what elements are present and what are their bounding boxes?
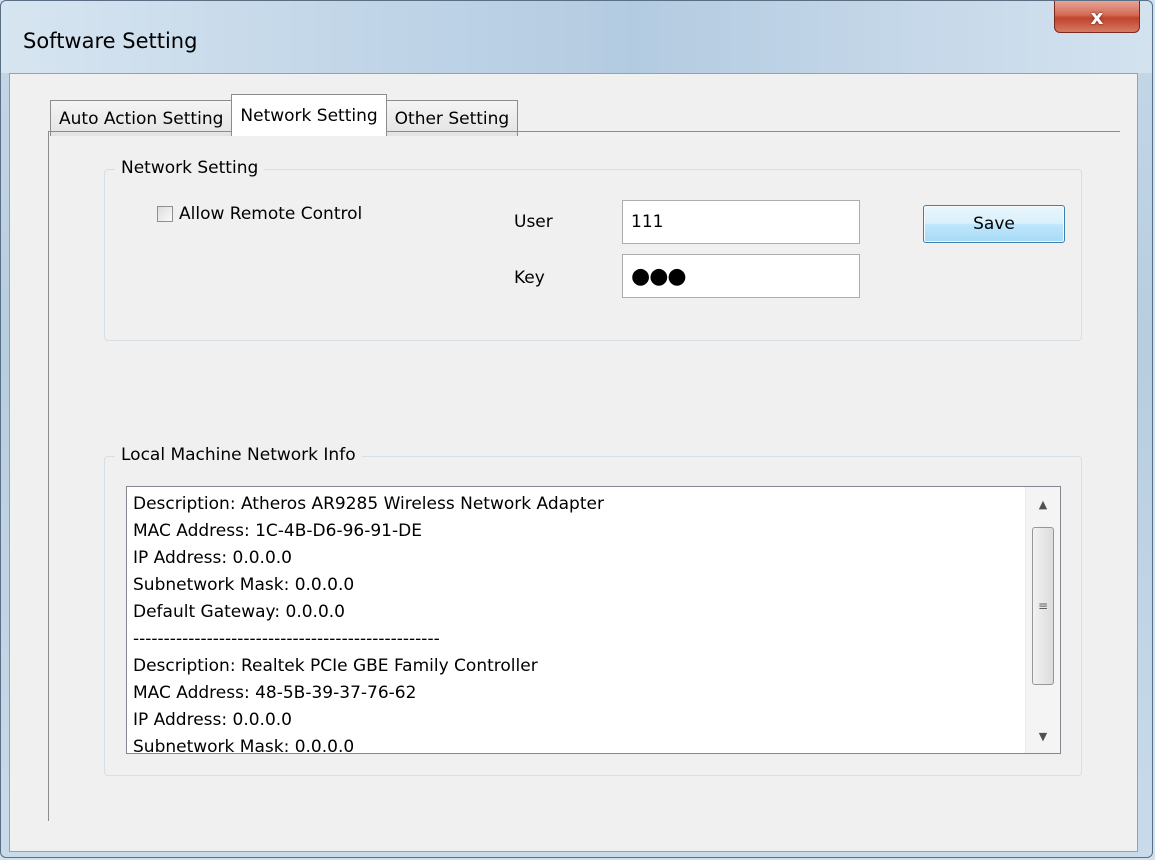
scrollbar-thumb[interactable]: ≡ xyxy=(1032,527,1054,685)
title-bar[interactable]: Software Setting x xyxy=(1,1,1152,73)
local-network-info-group: Local Machine Network Info Description: … xyxy=(104,445,1082,776)
key-password-input[interactable]: ●●● xyxy=(622,254,860,298)
scroll-down-icon[interactable]: ▼ xyxy=(1026,721,1060,751)
key-label: Key xyxy=(514,268,545,288)
info-line: Default Gateway: 0.0.0.0 xyxy=(133,602,345,622)
info-line: MAC Address: 48-5B-39-37-76-62 xyxy=(133,683,417,703)
local-network-info-group-title: Local Machine Network Info xyxy=(115,445,362,465)
software-setting-window: Software Setting x Auto Action Setting N… xyxy=(0,0,1153,858)
checkbox-box[interactable] xyxy=(157,206,173,222)
grip-icon: ≡ xyxy=(1037,599,1049,613)
scroll-up-icon[interactable]: ▲ xyxy=(1026,489,1060,519)
info-line: MAC Address: 1C-4B-D6-96-91-DE xyxy=(133,521,422,541)
network-setting-group: Network Setting Allow Remote Control Use… xyxy=(104,158,1082,341)
info-line: Description: Realtek PCIe GBE Family Con… xyxy=(133,656,538,676)
close-button[interactable]: x xyxy=(1054,1,1140,33)
tab-network-setting[interactable]: Network Setting xyxy=(231,94,387,136)
vertical-scrollbar[interactable]: ▲ ≡ ▼ xyxy=(1025,487,1060,753)
close-icon: x xyxy=(1090,4,1104,29)
user-input[interactable]: 111 xyxy=(622,200,860,244)
save-button[interactable]: Save xyxy=(923,205,1065,243)
info-line: Description: Atheros AR9285 Wireless Net… xyxy=(133,494,604,514)
dialog-client-area: Auto Action Setting Network Setting Othe… xyxy=(9,73,1138,852)
info-separator: ----------------------------------------… xyxy=(133,629,440,649)
network-setting-group-title: Network Setting xyxy=(115,158,265,178)
window-title: Software Setting xyxy=(23,29,198,53)
info-line: IP Address: 0.0.0.0 xyxy=(133,548,292,568)
info-line: Subnetwork Mask: 0.0.0.0 xyxy=(133,575,355,595)
info-line: Subnetwork Mask: 0.0.0.0 xyxy=(133,737,355,753)
allow-remote-control-label: Allow Remote Control xyxy=(179,204,363,224)
tab-panel-left-border xyxy=(48,131,49,821)
user-label: User xyxy=(514,212,553,232)
network-info-lines: Description: Atheros AR9285 Wireless Net… xyxy=(133,491,1020,753)
tab-panel-top-border xyxy=(48,131,1120,132)
tab-strip: Auto Action Setting Network Setting Othe… xyxy=(50,90,519,136)
allow-remote-control-checkbox[interactable]: Allow Remote Control xyxy=(157,204,362,224)
info-line: IP Address: 0.0.0.0 xyxy=(133,710,292,730)
network-info-textbox[interactable]: Description: Atheros AR9285 Wireless Net… xyxy=(126,486,1061,754)
